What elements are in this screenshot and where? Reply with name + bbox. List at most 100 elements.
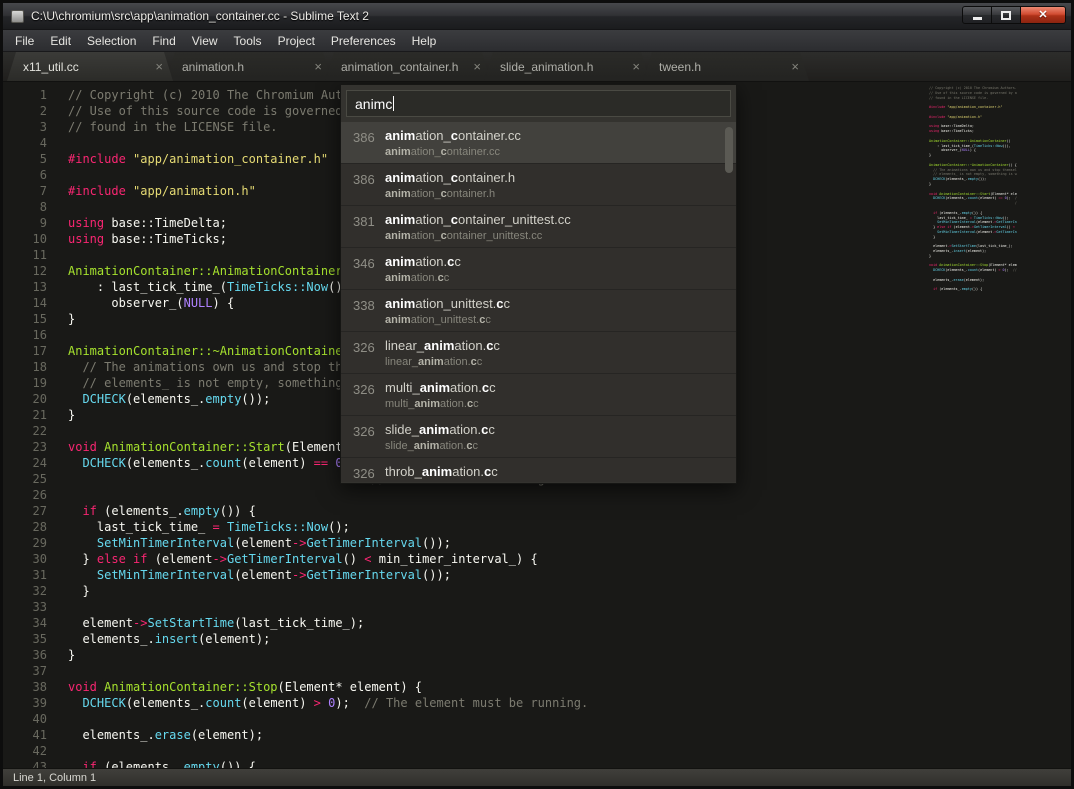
code-line[interactable]: 28 last_tick_time_ = TimeTicks::Now(); <box>3 519 646 535</box>
tab-close-icon[interactable]: × <box>308 60 322 73</box>
result-text: ation. <box>452 464 484 479</box>
goto-result-score: 326 <box>353 382 375 397</box>
goto-result-path: animation.cc <box>385 271 726 285</box>
close-button[interactable]: ✕ <box>1021 6 1066 24</box>
tab-close-icon[interactable]: × <box>626 60 640 73</box>
goto-result-row[interactable]: 381animation_container_unittest.ccanimat… <box>341 206 736 248</box>
result-text: throb_ <box>385 464 422 479</box>
tab-animation_container.h[interactable]: animation_container.h× <box>325 52 491 81</box>
minimap-token: empty <box>968 177 978 181</box>
code-line[interactable]: 40 <box>3 711 646 727</box>
goto-result-main: animation_container.hanimation_container… <box>385 168 726 201</box>
code-token: else <box>97 552 126 566</box>
menu-item-preferences[interactable]: Preferences <box>323 31 404 51</box>
line-number: 8 <box>3 199 47 215</box>
code-line[interactable]: 41 elements_.erase(element); <box>3 727 646 743</box>
code-line[interactable]: 32 } <box>3 583 646 599</box>
code-line[interactable]: 34 element->SetStartTime(last_tick_time_… <box>3 615 646 631</box>
minimap-token: // Copyright (c) 2010 The Chromium Autho… <box>929 86 1017 90</box>
minimap-token: GetTimerInterval <box>996 220 1017 224</box>
code-token: TimeTicks::Now <box>227 520 328 534</box>
code-line[interactable]: 39 DCHECK(elements_.count(element) > 0);… <box>3 695 646 711</box>
tab-slide_animation.h[interactable]: slide_animation.h× <box>484 52 650 81</box>
minimap-token: (elements_. <box>945 268 967 272</box>
minimap-token: observer_( <box>929 148 962 152</box>
code-token: erase <box>155 728 191 742</box>
code-line[interactable]: 27 if (elements_.empty()) { <box>3 503 646 519</box>
code-token: SetMinTimerInterval <box>97 536 234 550</box>
code-text: SetMinTimerInterval(element->GetTimerInt… <box>47 567 451 583</box>
code-line[interactable]: 33 <box>3 599 646 615</box>
code-line[interactable]: 31 SetMinTimerInterval(element->GetTimer… <box>3 567 646 583</box>
menu-item-selection[interactable]: Selection <box>79 31 144 51</box>
code-token: if <box>133 552 147 566</box>
goto-result-path: linear_animation.cc <box>385 355 726 369</box>
tab-close-icon[interactable]: × <box>467 60 481 73</box>
code-line[interactable]: 36} <box>3 647 646 663</box>
matched-chars: c <box>451 170 458 185</box>
tab-close-icon[interactable]: × <box>785 60 799 73</box>
code-line[interactable]: 35 elements_.insert(element); <box>3 631 646 647</box>
code-token: = <box>213 520 220 534</box>
menu-item-edit[interactable]: Edit <box>42 31 79 51</box>
code-line[interactable]: 26 <box>3 487 646 503</box>
menu-item-view[interactable]: View <box>184 31 226 51</box>
goto-result-row[interactable]: 326linear_animation.cclinear_animation.c… <box>341 332 736 374</box>
code-token: #include <box>68 184 133 198</box>
code-token: last_tick_time_ <box>68 520 213 534</box>
goto-result-row[interactable]: 386animation_container.hanimation_contai… <box>341 164 736 206</box>
menu-item-tools[interactable]: Tools <box>226 31 270 51</box>
code-text: elements_.insert(element); <box>47 631 270 647</box>
code-token: elements_. <box>68 728 155 742</box>
line-number: 13 <box>3 279 47 295</box>
maximize-button[interactable] <box>992 6 1021 24</box>
minimap-token: (last_tick_time_); <box>976 244 1013 248</box>
matched-chars: anim <box>414 398 440 410</box>
code-line[interactable]: 37 <box>3 663 646 679</box>
minimap-token: SetMinTimerInterval <box>937 220 976 224</box>
matched-chars: anim <box>420 380 450 395</box>
tab-x11_util.cc[interactable]: x11_util.cc× <box>7 52 173 81</box>
line-number: 25 <box>3 471 47 487</box>
minimap-token: base::TimeDelta; <box>939 124 974 128</box>
goto-result-row[interactable]: 386animation_container.ccanimation_conta… <box>341 122 736 164</box>
menu-item-file[interactable]: File <box>7 31 42 51</box>
line-number: 32 <box>3 583 47 599</box>
minimap-token: AnimationContainer::~AnimationContainer <box>929 163 1009 167</box>
code-token: ) { <box>213 296 235 310</box>
goto-input[interactable]: animc <box>346 90 731 117</box>
code-line[interactable]: 29 SetMinTimerInterval(element->GetTimer… <box>3 535 646 551</box>
minimap-token: DCHECK <box>933 268 945 272</box>
goto-result-row[interactable]: 326throb_animation.ccthrob_animation.cc <box>341 458 736 482</box>
goto-result-row[interactable]: 326slide_animation.ccslide_animation.cc <box>341 416 736 458</box>
menu-item-help[interactable]: Help <box>404 31 445 51</box>
goto-result-name: animation_container.cc <box>385 126 726 145</box>
code-line[interactable]: 30 } else if (element->GetTimerInterval(… <box>3 551 646 567</box>
menu-item-project[interactable]: Project <box>270 31 323 51</box>
line-number: 18 <box>3 359 47 375</box>
goto-scrollbar-thumb[interactable] <box>725 127 733 173</box>
code-token: AnimationContainer::AnimationContainer <box>68 264 343 278</box>
code-line[interactable]: 38void AnimationContainer::Stop(Element*… <box>3 679 646 695</box>
code-token: empty <box>184 504 220 518</box>
goto-result-row[interactable]: 346animation.ccanimation.cc <box>341 248 736 290</box>
menu-item-find[interactable]: Find <box>144 31 183 51</box>
code-token: using <box>68 232 104 246</box>
title-bar[interactable]: C:\U\chromium\src\app\animation_containe… <box>3 3 1071 29</box>
minimap[interactable]: // Copyright (c) 2010 The Chromium Autho… <box>929 86 1017 300</box>
goto-result-row[interactable]: 338animation_unittest.ccanimation_unitte… <box>341 290 736 332</box>
minimize-button[interactable] <box>962 6 992 24</box>
tab-animation.h[interactable]: animation.h× <box>166 52 332 81</box>
goto-result-row[interactable]: 326multi_animation.ccmulti_animation.cc <box>341 374 736 416</box>
line-number: 33 <box>3 599 47 615</box>
minimap-token: erase <box>954 278 964 282</box>
line-number: 29 <box>3 535 47 551</box>
code-token: elements_. <box>68 632 155 646</box>
tab-tween.h[interactable]: tween.h× <box>643 52 809 81</box>
tab-close-icon[interactable]: × <box>149 60 163 73</box>
code-text: using base::TimeDelta; <box>47 215 227 231</box>
code-line[interactable]: 42 <box>3 743 646 759</box>
code-line[interactable]: 43 if (elements_.empty()) { <box>3 759 646 768</box>
editor-area[interactable]: 1// Copyright (c) 2010 The Chromium Auth… <box>3 82 1071 768</box>
minimap-token: elements_. <box>929 278 954 282</box>
